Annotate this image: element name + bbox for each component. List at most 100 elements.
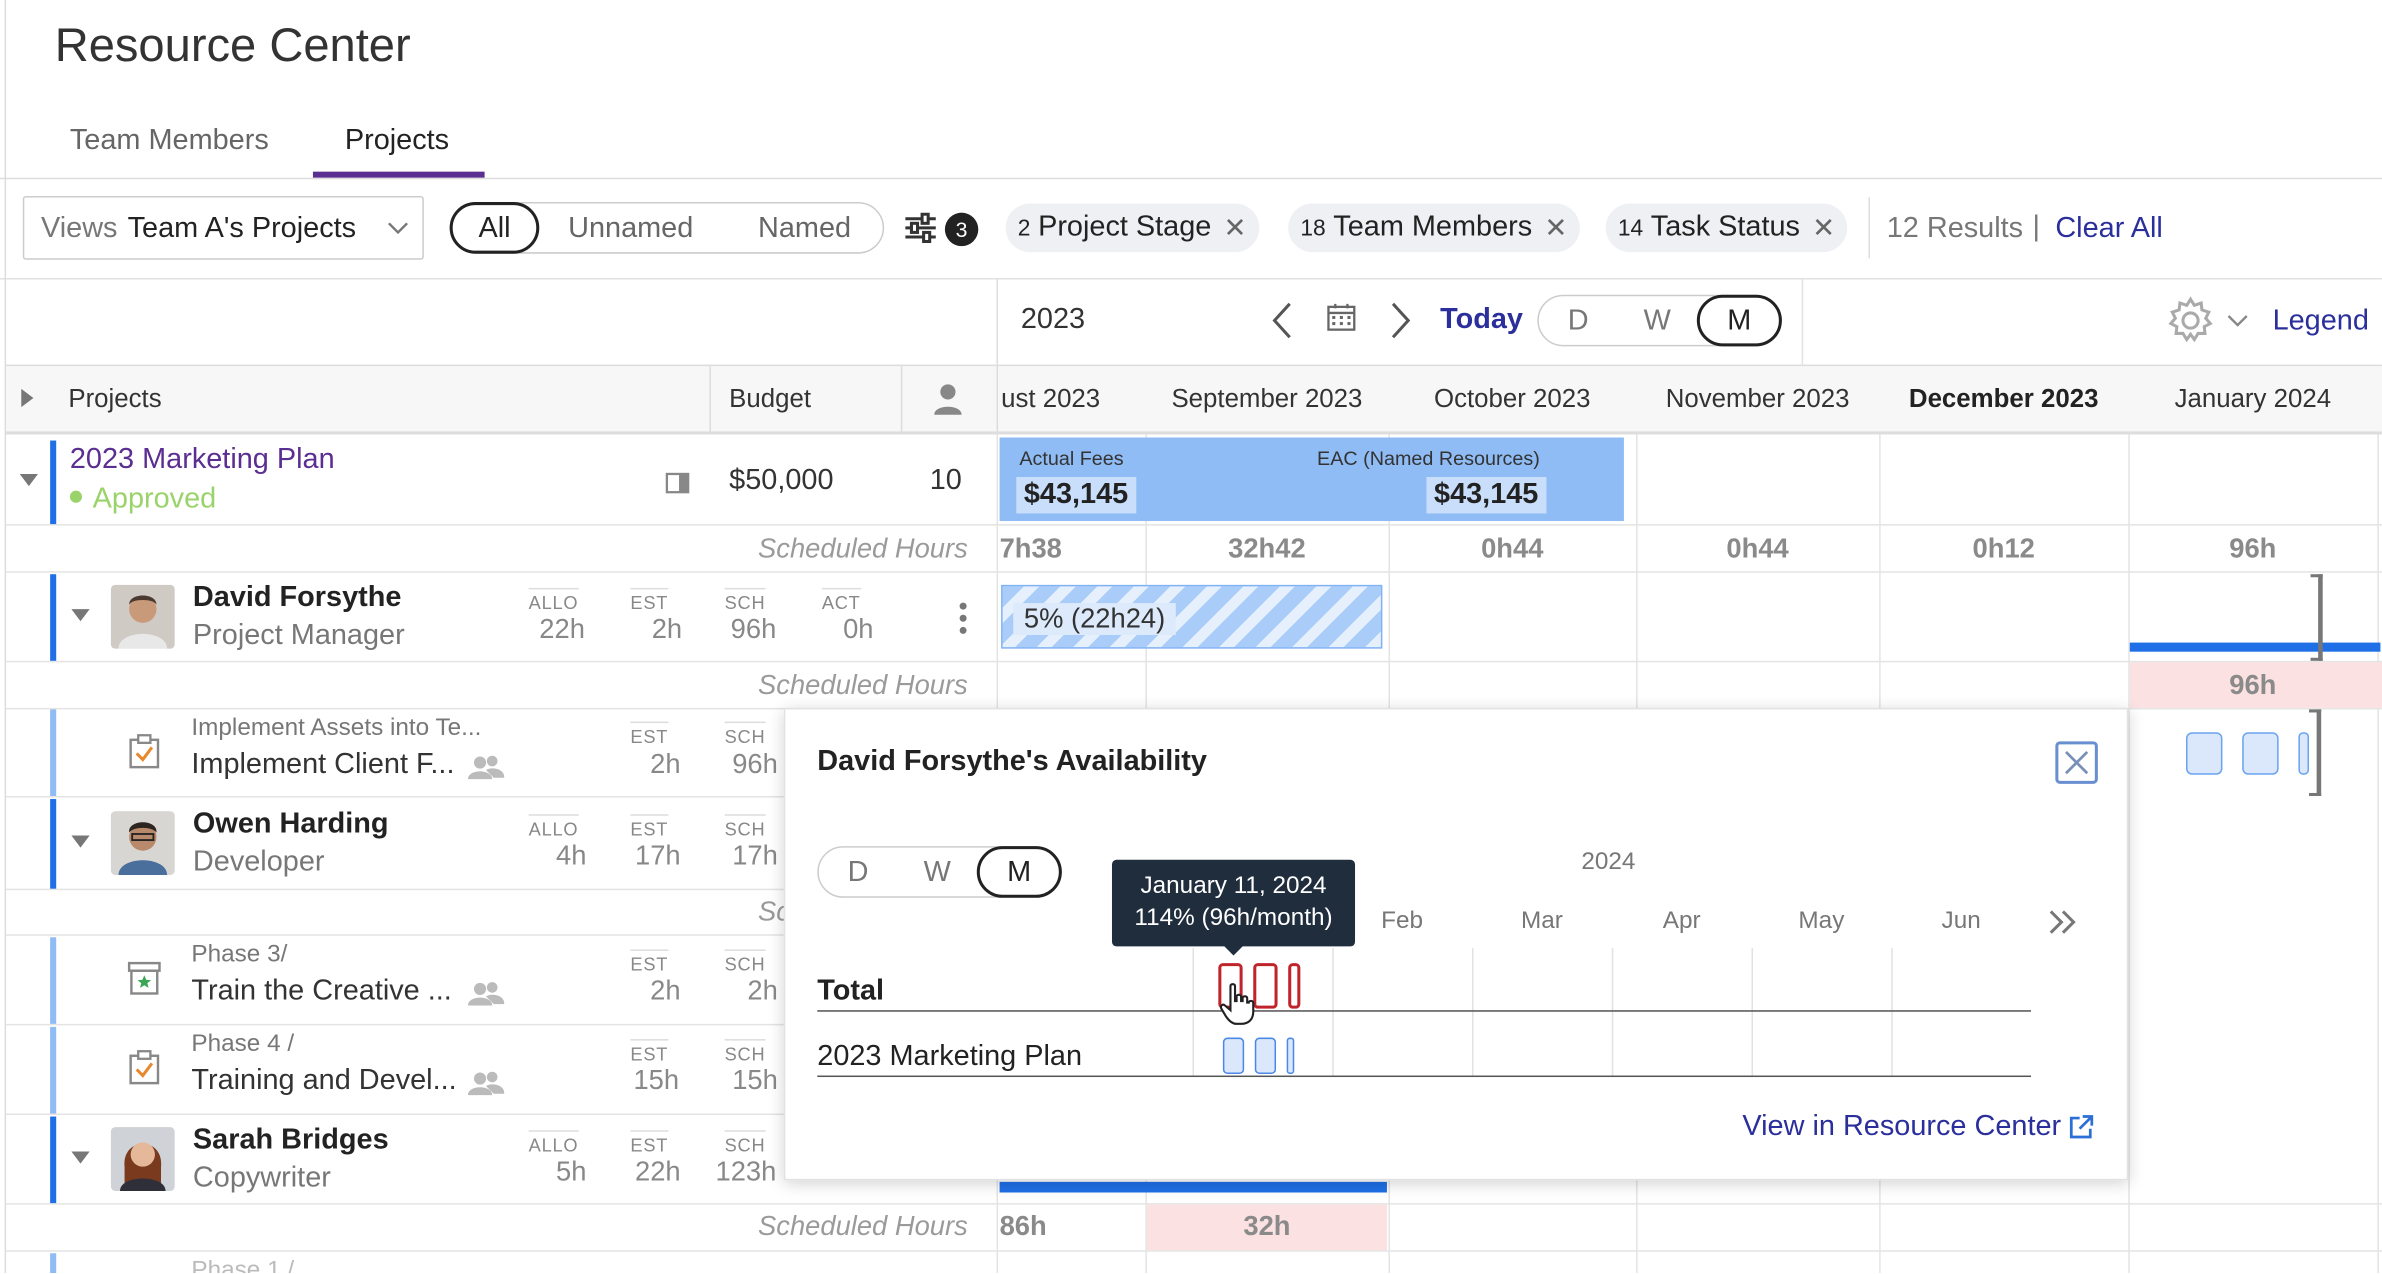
view-in-resource-center-link[interactable]: View in Resource Center <box>1742 1110 2061 1143</box>
schedule-block <box>2185 732 2223 775</box>
tab-team-members[interactable]: Team Members <box>70 125 269 158</box>
collapse-icon[interactable] <box>70 834 91 849</box>
act-value: 0h <box>843 613 874 645</box>
row-line <box>6 796 784 798</box>
column-projects[interactable]: Projects <box>68 384 161 414</box>
external-link-icon[interactable] <box>2067 1114 2094 1141</box>
calendar-icon[interactable] <box>1326 302 1356 332</box>
gear-icon[interactable] <box>2165 295 2217 347</box>
tab-projects[interactable]: Projects <box>345 125 449 158</box>
popup-grid-line <box>1472 947 1474 1078</box>
month-nov-2023: November 2023 <box>1665 384 1850 414</box>
task-name[interactable]: Train the Creative ... <box>191 975 451 1008</box>
double-chevron-right-icon[interactable] <box>2048 908 2078 935</box>
scale-month[interactable]: M <box>1727 305 1751 338</box>
project-status: Approved <box>92 483 217 515</box>
chip-project-stage[interactable]: 2 Project Stage ✕ <box>1005 203 1259 253</box>
total-over-block[interactable] <box>1253 963 1278 1009</box>
month-dec-2023: December 2023 <box>1908 384 2099 414</box>
tooltip-arrow <box>1222 944 1245 956</box>
person-icon[interactable] <box>933 383 963 416</box>
allo-value: 22h <box>539 613 585 645</box>
collapse-icon[interactable] <box>70 608 91 623</box>
sch-value: 17h <box>732 840 778 871</box>
sch-value: 15h <box>732 1064 778 1096</box>
total-over-block[interactable] <box>1288 963 1301 1009</box>
filter-sliders-icon[interactable] <box>904 212 937 244</box>
toggle-named[interactable]: Named <box>758 213 851 246</box>
column-budget[interactable]: Budget <box>729 384 811 414</box>
task-color-bar <box>50 1026 57 1114</box>
chip-label: Team Members <box>1333 211 1533 244</box>
today-button[interactable]: Today <box>1440 304 1523 337</box>
project-hours-dec: 0h12 <box>1972 533 2035 564</box>
results-count: 12 Results <box>1886 212 2024 245</box>
chevron-down-icon <box>388 222 408 235</box>
member-hours-jan: 96h <box>2229 669 2277 701</box>
scale-month[interactable]: M <box>1007 857 1031 890</box>
availability-popup: David Forsythe's Availability D W M 2024… <box>783 707 2129 1181</box>
est-value: 2h <box>650 748 681 780</box>
allo-value: 5h <box>555 1156 587 1187</box>
task-name[interactable]: Training and Devel... <box>191 1065 456 1098</box>
more-options-icon[interactable] <box>957 602 969 635</box>
chevron-right-icon[interactable] <box>1388 301 1412 340</box>
jan-project-bar <box>2129 642 2381 652</box>
chevron-down-icon[interactable] <box>2225 311 2249 329</box>
toggle-all[interactable]: All <box>479 213 511 246</box>
task-name[interactable]: Implement Client F... <box>191 749 454 782</box>
status-dot <box>69 490 83 503</box>
chip-task-status[interactable]: 14 Task Status ✕ <box>1605 203 1848 253</box>
close-icon[interactable]: ✕ <box>1224 212 1247 244</box>
collapse-icon[interactable] <box>70 1150 91 1165</box>
close-icon[interactable]: ✕ <box>1544 212 1567 244</box>
project-block <box>1254 1037 1277 1075</box>
project-hours-oct: 0h44 <box>1481 533 1544 564</box>
sch-value: 96h <box>732 748 778 780</box>
naming-toggle: All Unnamed Named <box>449 202 885 254</box>
popup-month-apr: Apr <box>1662 908 1701 935</box>
sch-value: 123h <box>715 1156 777 1187</box>
scale-day[interactable]: D <box>1568 305 1589 338</box>
col-divider <box>900 366 903 433</box>
results-separator: | <box>2032 211 2041 244</box>
sch-value: 2h <box>747 975 778 1006</box>
col-divider <box>996 366 999 433</box>
tooltip-date: January 11, 2024 <box>1140 873 1327 900</box>
member-color-bar <box>50 799 57 889</box>
allocation-bar-label: 5% (22h24) <box>1013 603 1176 635</box>
scale-day[interactable]: D <box>848 857 869 890</box>
popup-row-line <box>817 1075 2032 1078</box>
close-button[interactable] <box>2055 741 2098 784</box>
resource-center-app: Resource Center Team Members Projects Vi… <box>0 0 2382 1274</box>
views-select[interactable]: Views Team A's Projects <box>22 195 424 260</box>
clear-all-link[interactable]: Clear All <box>2055 213 2162 246</box>
expand-all-icon[interactable] <box>20 387 35 408</box>
scheduled-hours-label: Scheduled Hours <box>758 1210 968 1242</box>
hand-cursor-icon <box>1219 983 1255 1025</box>
month-jan-2024: January 2024 <box>2174 384 2332 414</box>
popup-scale-toggle: D W M <box>817 846 1062 898</box>
scale-week[interactable]: W <box>1644 305 1671 338</box>
sch-label: SCH <box>724 721 766 747</box>
member-name[interactable]: David Forsythe <box>193 582 402 615</box>
team-icon <box>467 755 505 780</box>
row-line <box>6 660 2382 663</box>
panel-icon[interactable] <box>665 471 690 495</box>
member-name[interactable]: Owen Harding <box>193 808 389 841</box>
row-line <box>6 524 2382 526</box>
popup-grid-line <box>1891 947 1893 1078</box>
legend-link[interactable]: Legend <box>2273 305 2369 338</box>
close-icon[interactable]: ✕ <box>1812 212 1835 244</box>
row-line <box>6 888 784 891</box>
month-sep-2023: September 2023 <box>1171 384 1363 414</box>
toggle-unnamed[interactable]: Unnamed <box>568 213 693 246</box>
member-name[interactable]: Sarah Bridges <box>193 1124 389 1157</box>
project-name[interactable]: 2023 Marketing Plan <box>70 444 335 477</box>
scale-week[interactable]: W <box>924 857 951 890</box>
allo-label: ALLO <box>528 1130 579 1156</box>
popup-month-jun: Jun <box>1941 908 1981 935</box>
collapse-icon[interactable] <box>18 472 39 487</box>
chevron-left-icon[interactable] <box>1270 301 1294 340</box>
chip-team-members[interactable]: 18 Team Members ✕ <box>1288 203 1580 253</box>
